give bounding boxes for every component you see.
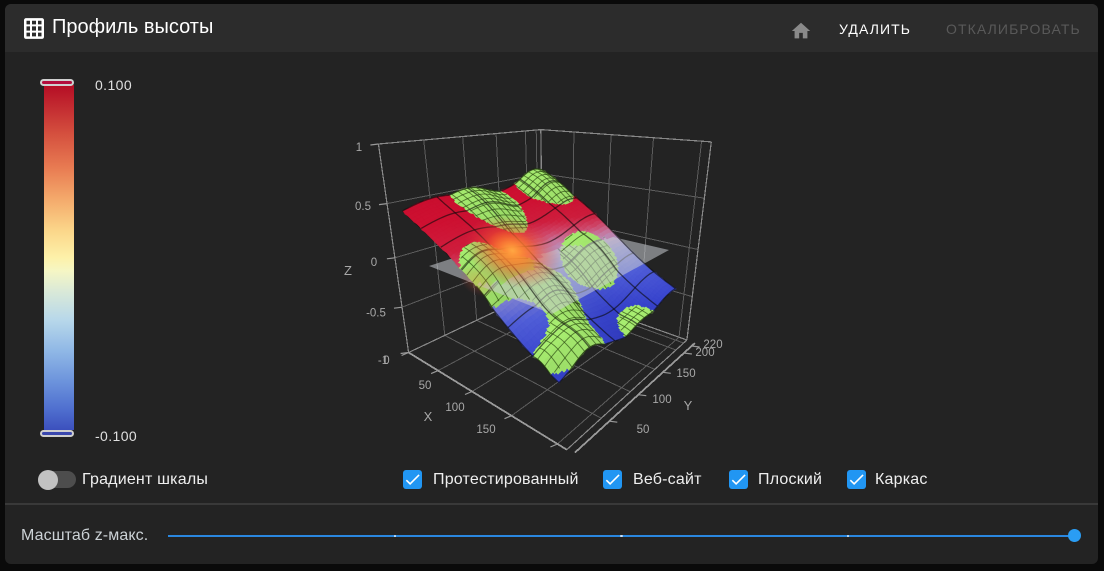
svg-text:0.5: 0.5 [355,201,371,213]
svg-text:150: 150 [676,368,695,380]
svg-text:100: 100 [445,402,464,414]
svg-text:1: 1 [356,142,362,154]
svg-text:100: 100 [652,394,671,406]
svg-text:X: X [424,409,433,424]
svg-text:0: 0 [383,355,389,367]
svg-text:Z: Z [344,263,352,278]
svg-text:150: 150 [476,424,495,436]
svg-text:Y: Y [684,398,693,413]
svg-text:-0.5: -0.5 [366,308,386,320]
svg-text:220: 220 [703,339,722,351]
svg-text:0: 0 [371,257,377,269]
svg-text:50: 50 [637,424,650,436]
svg-text:50: 50 [419,380,432,392]
